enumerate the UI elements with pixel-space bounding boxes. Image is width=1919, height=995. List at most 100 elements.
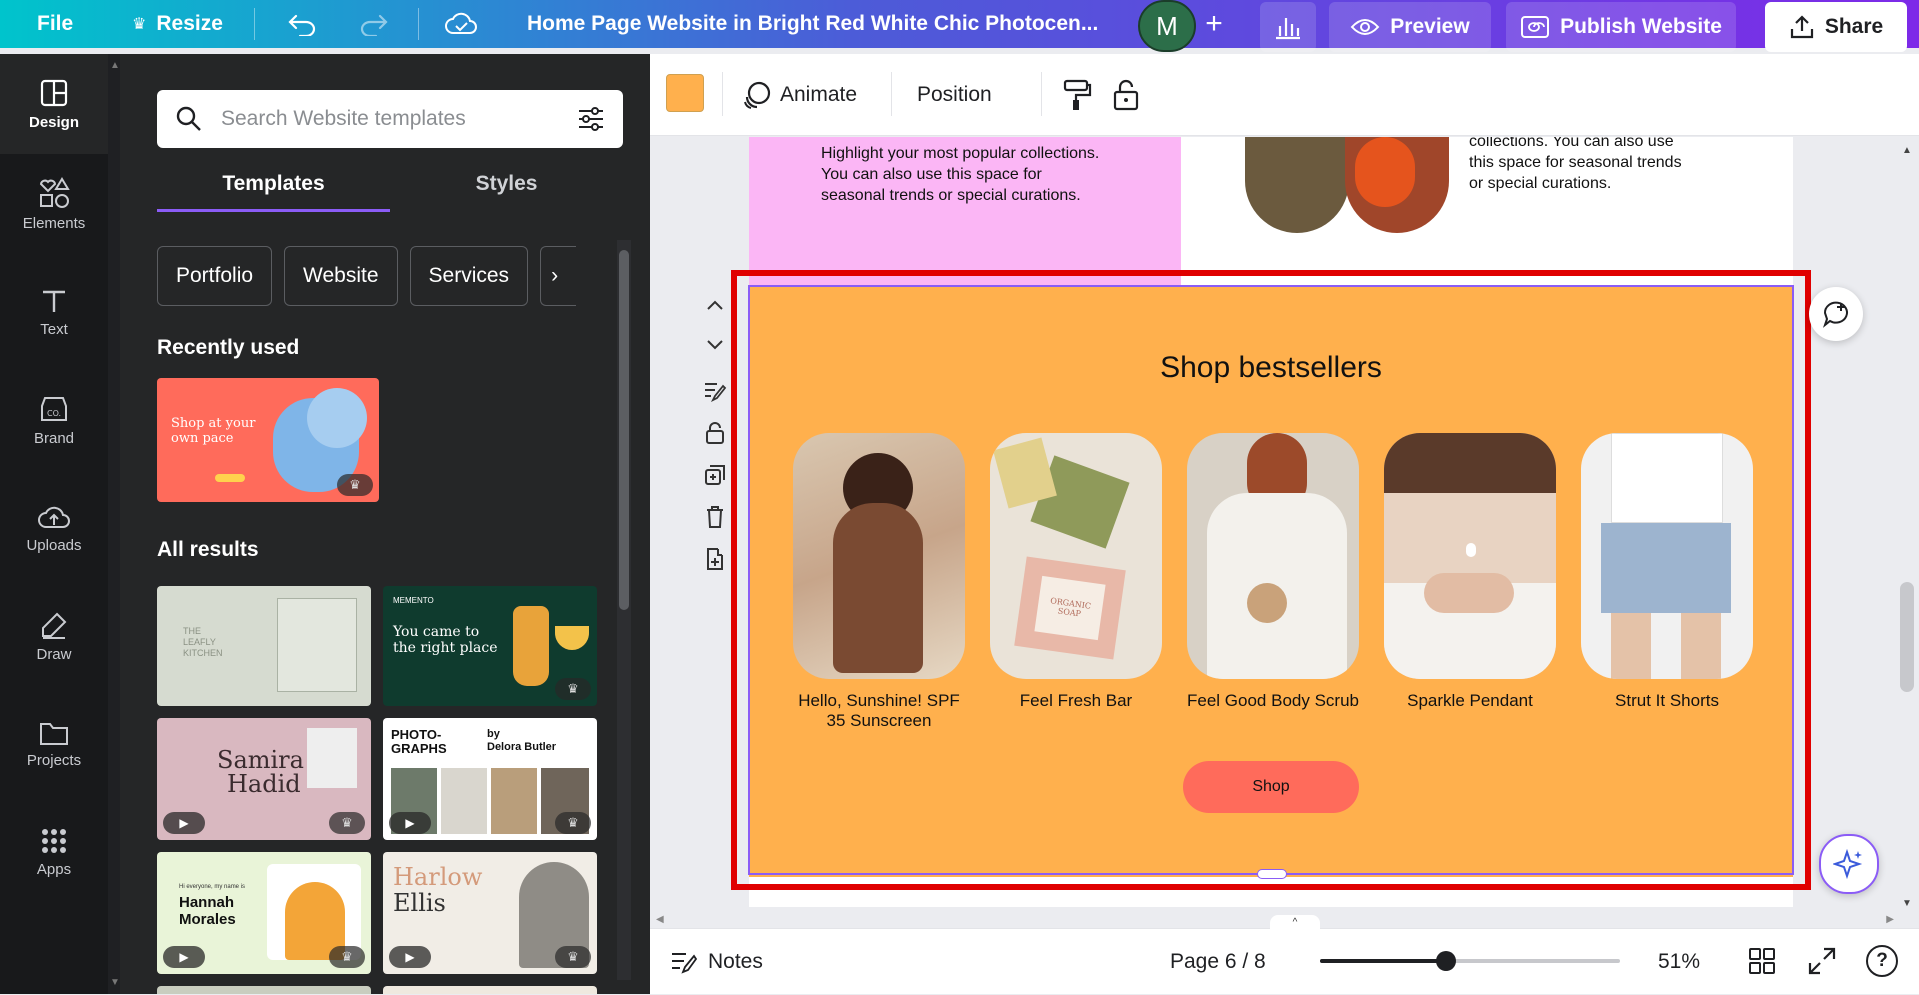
canvas-vertical-scrollbar[interactable]: ▲ ▼: [1896, 137, 1919, 917]
chip-services[interactable]: Services: [409, 246, 529, 306]
add-page-button[interactable]: [700, 544, 730, 574]
zoom-level[interactable]: 51%: [1658, 929, 1700, 995]
lock-page-button[interactable]: [700, 418, 730, 448]
color-swatch[interactable]: [666, 74, 704, 112]
move-page-down-button[interactable]: [700, 330, 730, 360]
product-card[interactable]: Hello, Sunshine! SPF 35 Sunscreen: [793, 433, 965, 731]
resize-handle[interactable]: [1257, 869, 1287, 879]
product-name[interactable]: Strut It Shorts: [1581, 691, 1753, 711]
copy-style-button[interactable]: [1062, 78, 1092, 117]
notes-button[interactable]: Notes: [670, 929, 763, 995]
page-notes-button[interactable]: [700, 376, 730, 406]
template-thumb-harlow[interactable]: Harlow Ellis ▶ ♛: [383, 852, 597, 974]
template-thumb-partial[interactable]: [157, 986, 371, 994]
product-name[interactable]: Hello, Sunshine! SPF 35 Sunscreen: [793, 691, 965, 731]
scroll-up-arrow-icon[interactable]: ▲: [110, 60, 120, 71]
preview-button[interactable]: Preview: [1329, 2, 1491, 52]
lock-button[interactable]: [1112, 78, 1140, 117]
collection-photo[interactable]: [1245, 137, 1449, 233]
publish-website-button[interactable]: Publish Website: [1506, 2, 1736, 52]
template-thumb-memento[interactable]: MEMENTO You came to the right place ♛: [383, 586, 597, 706]
soap-label: ORGANIC SOAP: [1034, 575, 1106, 641]
chips-next-button[interactable]: ›: [540, 246, 577, 306]
product-name[interactable]: Sparkle Pendant: [1384, 691, 1556, 711]
search-icon: [176, 106, 201, 131]
search-box[interactable]: Search Website templates: [157, 90, 623, 148]
scroll-right-arrow-icon[interactable]: ▶: [1886, 914, 1894, 925]
sidebar-item-elements[interactable]: Elements: [0, 154, 108, 254]
sidebar-item-text[interactable]: Text: [0, 262, 108, 362]
help-button[interactable]: ?: [1866, 945, 1898, 977]
sidebar-item-apps[interactable]: Apps: [0, 802, 108, 902]
trash-icon: [707, 506, 723, 528]
sidebar-item-uploads[interactable]: Uploads: [0, 478, 108, 578]
canvas-area: Highlight your most popular collections.…: [650, 137, 1900, 917]
product-card[interactable]: Sparkle Pendant: [1384, 433, 1556, 711]
expand-pages-button[interactable]: ^: [1270, 915, 1320, 929]
scroll-up-arrow-icon[interactable]: ▲: [1902, 145, 1912, 156]
animate-button[interactable]: Animate: [742, 54, 857, 136]
recent-template-thumb[interactable]: Shop at your own pace ♛: [157, 378, 379, 502]
zoom-slider-handle[interactable]: [1436, 951, 1456, 971]
undo-button[interactable]: [288, 0, 318, 48]
scroll-down-arrow-icon[interactable]: ▼: [1902, 898, 1912, 909]
scrollbar-thumb[interactable]: [1900, 582, 1914, 692]
fullscreen-button[interactable]: [1808, 947, 1836, 980]
move-page-up-button[interactable]: [700, 290, 730, 320]
product-card[interactable]: Feel Good Body Scrub: [1187, 433, 1359, 711]
share-button[interactable]: Share: [1765, 2, 1907, 52]
sidebar-item-projects[interactable]: Projects: [0, 694, 108, 794]
template-thumb-photographs[interactable]: PHOTO- GRAPHS by Delora Butler ▶ ♛: [383, 718, 597, 840]
draw-pen-icon: [42, 612, 67, 639]
product-name[interactable]: Feel Good Body Scrub: [1187, 691, 1359, 711]
zoom-slider[interactable]: [1320, 951, 1620, 971]
delete-page-button[interactable]: [700, 502, 730, 532]
sparkle-icon: [1833, 848, 1863, 880]
template-thumb-samira[interactable]: Samira Hadid ▶ ♛: [157, 718, 371, 840]
design-page[interactable]: Highlight your most popular collections.…: [749, 137, 1793, 907]
search-input[interactable]: Search Website templates: [221, 107, 577, 131]
tab-templates[interactable]: Templates: [157, 162, 390, 212]
product-card[interactable]: Strut It Shorts: [1581, 433, 1753, 711]
product-card[interactable]: ORGANIC SOAP Feel Fresh Bar: [990, 433, 1162, 711]
redo-button[interactable]: [358, 0, 388, 48]
pink-body-text[interactable]: Highlight your most popular collections.…: [821, 143, 1101, 206]
scroll-left-arrow-icon[interactable]: ◀: [656, 914, 664, 925]
cloud-save-button[interactable]: [444, 0, 478, 48]
shop-button[interactable]: Shop: [1183, 761, 1359, 813]
filter-sliders-icon[interactable]: [577, 105, 605, 133]
publish-icon: [1521, 16, 1550, 38]
template-thumb-hannah[interactable]: Hi everyone, my name is Hannah Morales ▶…: [157, 852, 371, 974]
scrollbar-thumb[interactable]: [619, 250, 629, 610]
file-menu-button[interactable]: File: [37, 0, 73, 48]
page-indicator[interactable]: Page 6 / 8: [1170, 929, 1266, 995]
product-name[interactable]: Feel Fresh Bar: [990, 691, 1162, 711]
comment-button[interactable]: [1809, 287, 1863, 341]
right-body-text[interactable]: collections. You can also use this space…: [1469, 137, 1689, 194]
category-chips: Portfolio Website Services ›: [157, 246, 577, 306]
insights-button[interactable]: [1260, 2, 1316, 52]
play-icon: ▶: [163, 946, 205, 968]
scroll-down-arrow-icon[interactable]: ▼: [110, 977, 120, 988]
template-thumb-partial[interactable]: [383, 986, 597, 994]
sidebar-item-draw[interactable]: Draw: [0, 586, 108, 686]
sidebar-item-design[interactable]: Design: [0, 54, 108, 154]
document-title[interactable]: Home Page Website in Bright Red White Ch…: [527, 0, 1098, 48]
panel-scrollbar[interactable]: [617, 240, 631, 980]
duplicate-page-button[interactable]: [700, 460, 730, 490]
sidebar-item-brand[interactable]: CO. Brand: [0, 370, 108, 470]
tab-styles[interactable]: Styles: [390, 162, 623, 212]
chip-portfolio[interactable]: Portfolio: [157, 246, 273, 306]
resize-button[interactable]: ♛ Resize: [132, 0, 223, 48]
magic-assistant-button[interactable]: [1819, 834, 1879, 894]
section-heading[interactable]: Shop bestsellers: [749, 351, 1793, 385]
grid-view-button[interactable]: [1748, 947, 1776, 980]
sidebar-scrollbar[interactable]: ▲ ▼: [108, 54, 120, 994]
chip-website[interactable]: Website: [284, 246, 398, 306]
shop-bestsellers-section[interactable]: Shop bestsellers Hello, Sunshine! SPF 35…: [749, 287, 1793, 877]
product-image: [793, 433, 965, 679]
add-collaborator-button[interactable]: +: [1186, 0, 1242, 48]
crown-icon: ♛: [337, 474, 373, 496]
template-thumb-leafly[interactable]: THE LEAFLY KITCHEN: [157, 586, 371, 706]
position-button[interactable]: Position: [917, 54, 992, 136]
